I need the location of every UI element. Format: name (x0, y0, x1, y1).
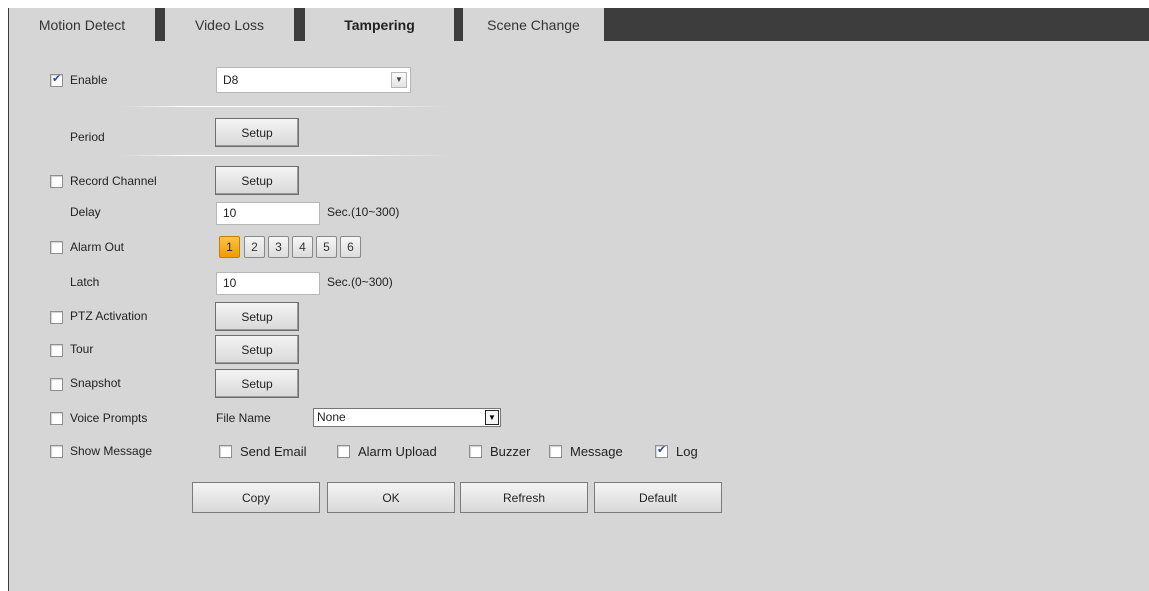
record-channel-label: Record Channel (70, 174, 157, 188)
buzzer-checkbox[interactable] (469, 445, 482, 458)
log-label: Log (676, 444, 698, 459)
tab-scene-change[interactable]: Scene Change (463, 8, 604, 41)
divider (121, 106, 449, 107)
tampering-settings-panel: Motion Detect Video Loss Tampering Scene… (8, 8, 1149, 591)
alarm-out-3-button[interactable]: 3 (268, 236, 289, 258)
ptz-activation-label: PTZ Activation (70, 309, 148, 323)
latch-unit: Sec.(0~300) (327, 275, 393, 289)
alarm-out-2-button[interactable]: 2 (244, 236, 265, 258)
latch-input[interactable]: 10 (216, 272, 320, 295)
snapshot-checkbox[interactable] (50, 378, 63, 391)
message-checkbox[interactable] (549, 445, 562, 458)
tab-bar: Motion Detect Video Loss Tampering Scene… (9, 8, 1149, 41)
period-label: Period (70, 130, 105, 144)
chevron-down-icon: ▼ (391, 72, 407, 88)
tour-checkbox[interactable] (50, 344, 63, 357)
ok-button[interactable]: OK (327, 482, 455, 513)
enable-checkbox[interactable] (50, 72, 63, 87)
send-email-checkbox[interactable] (219, 445, 232, 458)
delay-label: Delay (70, 205, 101, 219)
delay-input[interactable]: 10 (216, 202, 320, 225)
show-message-checkbox[interactable] (50, 445, 63, 458)
voice-file-select-value: None (317, 410, 346, 424)
ptz-activation-setup-button[interactable]: Setup (215, 302, 299, 331)
file-name-label: File Name (216, 411, 271, 425)
record-channel-setup-button[interactable]: Setup (215, 166, 299, 195)
chevron-down-icon: ▼ (485, 410, 499, 425)
alarm-out-5-button[interactable]: 5 (316, 236, 337, 258)
delay-unit: Sec.(10~300) (327, 205, 400, 219)
ptz-activation-checkbox[interactable] (50, 311, 63, 324)
snapshot-label: Snapshot (70, 376, 121, 390)
voice-prompts-checkbox[interactable] (50, 412, 63, 425)
record-channel-checkbox[interactable] (50, 175, 63, 188)
channel-select[interactable]: D8 ▼ (216, 67, 411, 93)
voice-prompts-label: Voice Prompts (70, 411, 148, 425)
show-message-label: Show Message (70, 444, 153, 458)
refresh-button[interactable]: Refresh (460, 482, 588, 513)
alarm-out-6-button[interactable]: 6 (340, 236, 361, 258)
tab-video-loss[interactable]: Video Loss (165, 8, 294, 41)
message-label: Message (570, 444, 623, 459)
divider (121, 155, 449, 156)
latch-label: Latch (70, 275, 100, 289)
alarm-out-label: Alarm Out (70, 240, 125, 254)
period-setup-button[interactable]: Setup (215, 118, 299, 147)
send-email-label: Send Email (240, 444, 307, 459)
alarm-out-checkbox[interactable] (50, 241, 63, 254)
alarm-upload-checkbox[interactable] (337, 445, 350, 458)
tab-motion-detect[interactable]: Motion Detect (9, 8, 155, 41)
default-button[interactable]: Default (594, 482, 722, 513)
tour-setup-button[interactable]: Setup (215, 335, 299, 364)
tab-tampering[interactable]: Tampering (305, 8, 454, 41)
tour-label: Tour (70, 342, 94, 356)
alarm-out-4-button[interactable]: 4 (292, 236, 313, 258)
log-checkbox[interactable] (655, 443, 668, 458)
snapshot-setup-button[interactable]: Setup (215, 369, 299, 398)
enable-label: Enable (70, 73, 108, 87)
alarm-out-1-button[interactable]: 1 (219, 236, 240, 258)
copy-button[interactable]: Copy (192, 482, 320, 513)
alarm-upload-label: Alarm Upload (358, 444, 437, 459)
buzzer-label: Buzzer (490, 444, 531, 459)
channel-select-value: D8 (223, 73, 239, 87)
voice-file-select[interactable]: None ▼ (313, 408, 501, 427)
